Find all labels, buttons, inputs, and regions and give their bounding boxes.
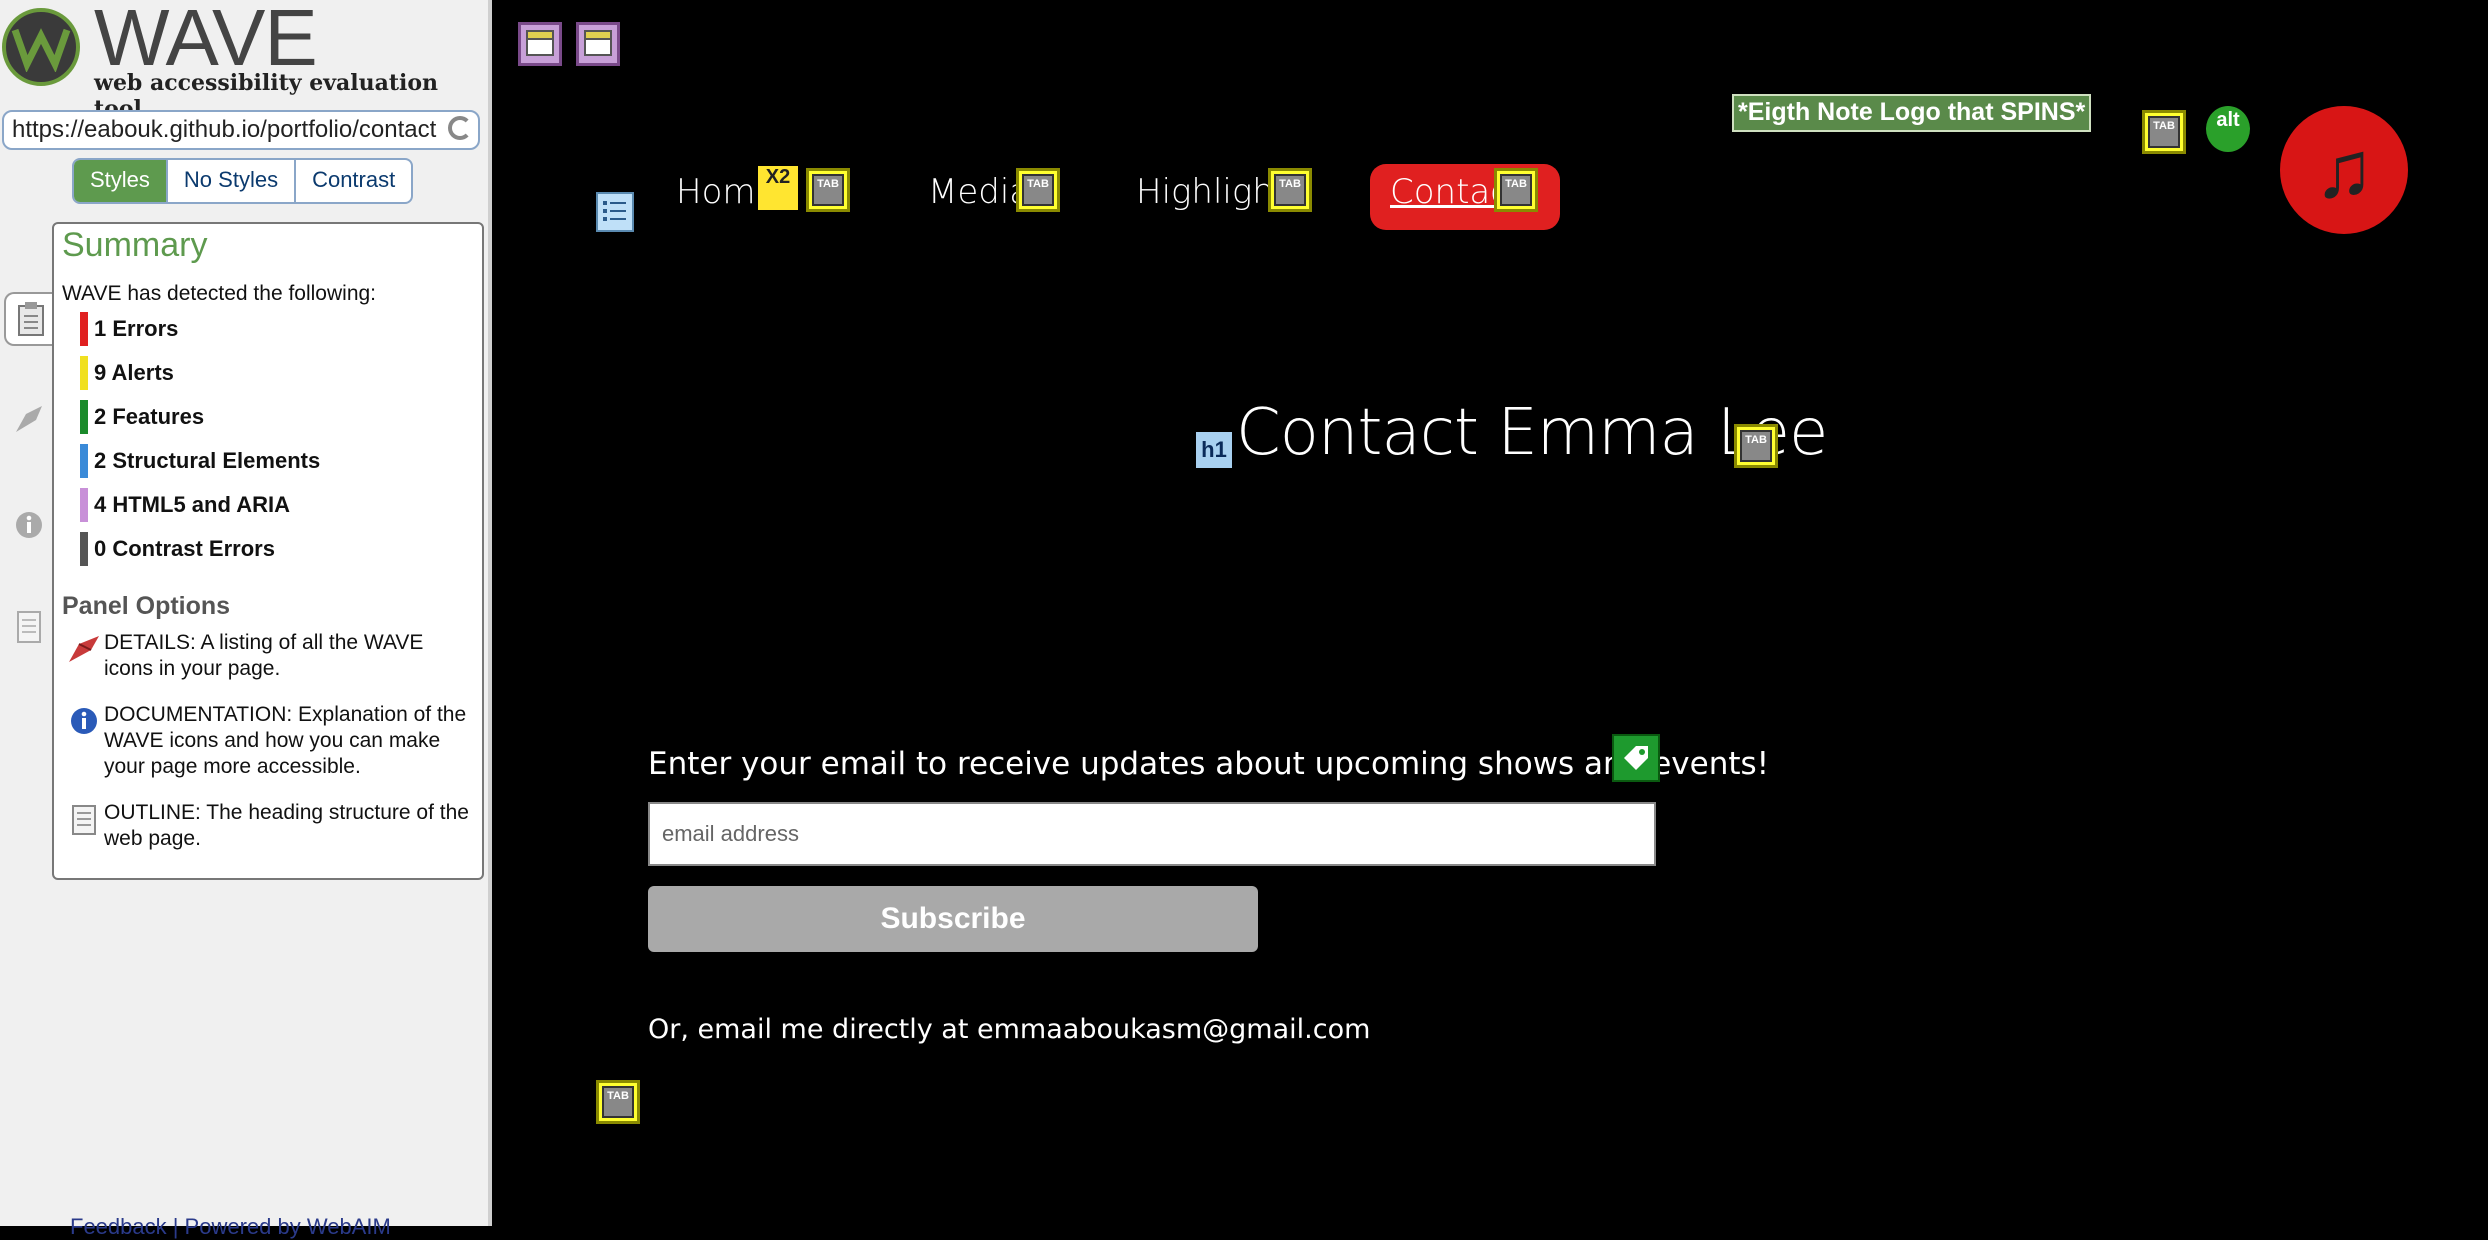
email-input[interactable]: email address	[648, 802, 1656, 866]
alerts-label: 9 Alerts	[94, 360, 174, 385]
flag-icon	[64, 630, 104, 682]
structure-region-icon[interactable]	[518, 22, 562, 66]
summary-item-errors: 1 Errors	[80, 312, 178, 346]
subscribe-button[interactable]: Subscribe	[648, 886, 1258, 952]
summary-panel: Summary WAVE has detected the following:…	[52, 222, 484, 880]
detected-text: WAVE has detected the following:	[62, 282, 377, 305]
tab-order-icon-footer[interactable]: TAB	[596, 1080, 640, 1124]
option-documentation[interactable]: DOCUMENTATION: Explanation of the WAVE i…	[64, 702, 474, 780]
list-icon[interactable]	[596, 192, 634, 232]
structure-region-icon-2[interactable]	[576, 22, 620, 66]
alt-badge-icon[interactable]: alt	[2206, 106, 2250, 152]
documentation-info-icon[interactable]	[4, 500, 54, 550]
tab-order-icon-heading[interactable]: TAB	[1734, 424, 1778, 468]
url-input[interactable]: https://eabouk.github.io/portfolio/conta…	[2, 110, 480, 150]
structural-color-bar	[80, 444, 88, 478]
errors-label: 1 Errors	[94, 316, 179, 341]
tab-contrast[interactable]: Contrast	[294, 160, 411, 202]
tab-no-styles[interactable]: No Styles	[165, 160, 294, 202]
alt-text-banner: *Eigth Note Logo that SPINS*	[1732, 94, 2092, 132]
tab-order-icon[interactable]: TAB	[2142, 110, 2186, 154]
summary-item-html5-aria: 4 HTML5 and ARIA	[80, 488, 290, 522]
structural-label: 2 Structural Elements	[94, 448, 321, 473]
tab-order-icon-home[interactable]: TAB	[806, 168, 850, 212]
outline-icon	[64, 800, 104, 852]
features-label: 2 Features	[94, 404, 205, 429]
music-note-logo[interactable]: ♫	[2280, 106, 2408, 234]
html5-label: 4 HTML5 and ARIA	[94, 492, 290, 517]
panel-options-title: Panel Options	[62, 592, 231, 620]
tab-order-icon-contact[interactable]: TAB	[1494, 168, 1538, 212]
tab-order-icon-media[interactable]: TAB	[1016, 168, 1060, 212]
contrast-label: 0 Contrast Errors	[94, 536, 275, 561]
tab-styles[interactable]: Styles	[74, 160, 166, 202]
summary-item-contrast: 0 Contrast Errors	[80, 532, 275, 566]
view-tabs: Styles No Styles Contrast	[72, 158, 414, 204]
option-details[interactable]: DETAILS: A listing of all the WAVE icons…	[64, 630, 474, 682]
option-outline-text: OUTLINE: The heading structure of the we…	[104, 801, 469, 850]
option-documentation-text: DOCUMENTATION: Explanation of the WAVE i…	[104, 703, 467, 778]
wave-sidebar: WAVE web accessibility evaluation tool h…	[0, 0, 492, 1239]
info-icon	[64, 702, 104, 780]
alerts-color-bar	[80, 356, 88, 390]
summary-title: Summary	[62, 226, 208, 264]
feedback-link[interactable]: Feedback | Powered by WebAIM	[70, 1214, 391, 1240]
x2-badge-icon: X2	[758, 166, 798, 210]
email-form-label: Enter your email to receive updates abou…	[648, 746, 1770, 782]
h1-badge-icon: h1	[1196, 432, 1232, 468]
label-icon[interactable]	[1612, 734, 1660, 782]
page-viewport: *Eigth Note Logo that SPINS* TAB alt ♫ H…	[496, 0, 2488, 1226]
outline-document-icon[interactable]	[4, 602, 54, 652]
html5-color-bar	[80, 488, 88, 522]
wave-logo-word: WAVE	[94, 0, 318, 82]
direct-email-text[interactable]: Or, email me directly at emmaaboukasm@gm…	[648, 1014, 1370, 1045]
wave-logo-icon	[2, 8, 80, 86]
features-color-bar	[80, 400, 88, 434]
nav-media[interactable]: Media	[928, 172, 1030, 212]
url-text: https://eabouk.github.io/portfolio/conta…	[12, 116, 437, 143]
tab-order-icon-highlights[interactable]: TAB	[1268, 168, 1312, 212]
contrast-color-bar	[80, 532, 88, 566]
summary-item-structural: 2 Structural Elements	[80, 444, 320, 478]
details-flag-icon[interactable]	[4, 394, 54, 444]
option-details-text: DETAILS: A listing of all the WAVE icons…	[104, 631, 424, 680]
errors-color-bar	[80, 312, 88, 346]
summary-item-alerts: 9 Alerts	[80, 356, 174, 390]
option-outline[interactable]: OUTLINE: The heading structure of the we…	[64, 800, 474, 852]
summary-clipboard-icon[interactable]	[4, 292, 56, 346]
reload-icon[interactable]	[448, 116, 472, 140]
summary-item-features: 2 Features	[80, 400, 204, 434]
